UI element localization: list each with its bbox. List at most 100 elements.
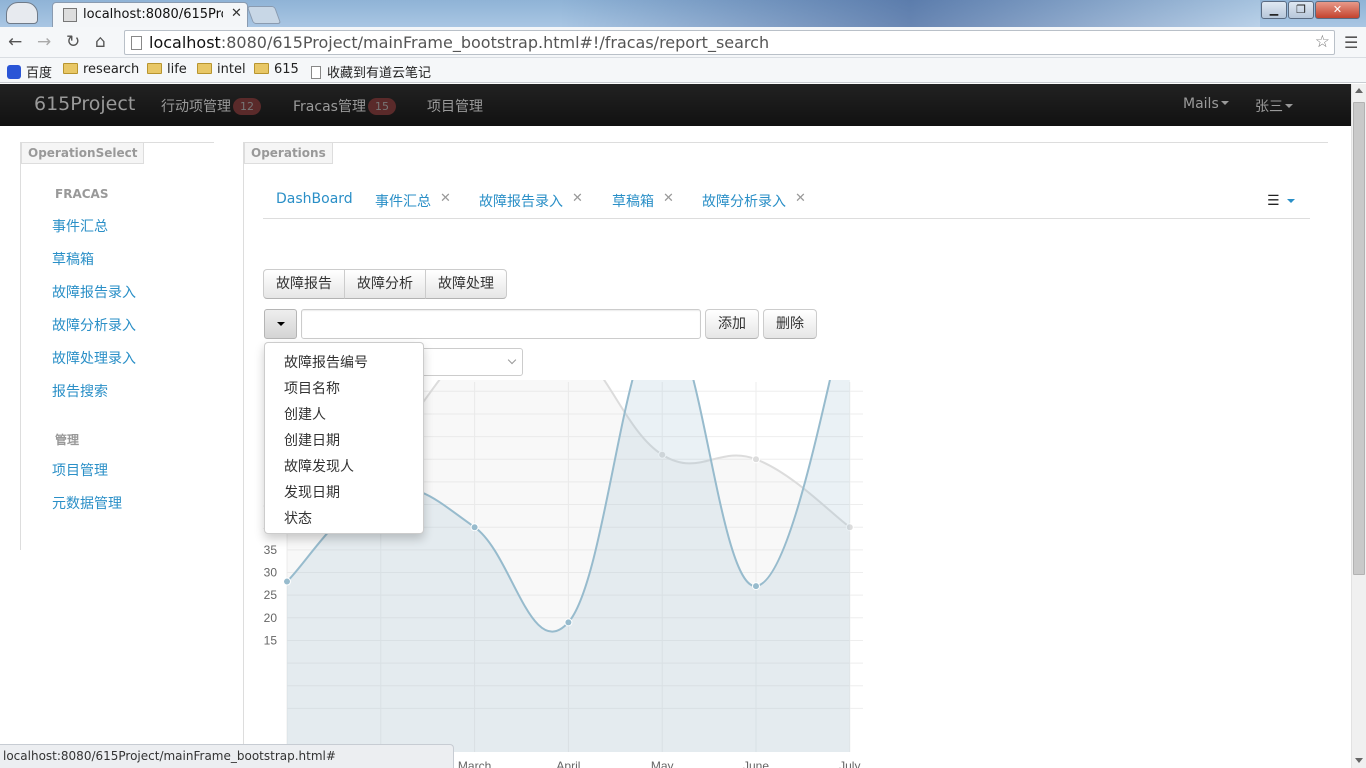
close-tab-icon[interactable]: ✕ <box>572 191 583 206</box>
brand-link[interactable]: 615Project <box>34 93 135 115</box>
scroll-up-icon[interactable] <box>1355 88 1363 93</box>
page-icon <box>131 36 142 50</box>
sidebar-item-events[interactable]: 事件汇总 <box>52 216 108 236</box>
tab-report-entry[interactable]: 故障报告录入 <box>479 191 563 211</box>
new-tab-button[interactable] <box>246 6 282 24</box>
maximize-button[interactable]: ❐ <box>1288 1 1314 19</box>
nav-mails-dropdown[interactable]: Mails <box>1183 96 1229 112</box>
x-tick-label: March <box>458 759 491 768</box>
reload-icon[interactable]: ↻ <box>66 32 80 52</box>
data-point <box>752 455 760 464</box>
close-tab-icon[interactable]: ✕ <box>440 191 451 206</box>
url-text: localhost:8080/615Project/mainFrame_boot… <box>149 33 770 52</box>
fault-handling-button[interactable]: 故障处理 <box>425 269 507 299</box>
forward-icon[interactable]: → <box>37 32 51 52</box>
folder-icon <box>63 63 78 74</box>
close-tab-icon[interactable]: ✕ <box>663 191 674 206</box>
scroll-down-icon[interactable] <box>1355 758 1363 763</box>
browser-tab-title: localhost:8080/615Proje <box>83 7 223 22</box>
window-close-button[interactable]: ✕ <box>1315 1 1360 19</box>
dropdown-item-creator[interactable]: 创建人 <box>284 404 326 424</box>
incognito-icon <box>6 2 38 24</box>
sidebar-item-metadata-admin[interactable]: 元数据管理 <box>52 493 122 513</box>
field-dropdown-toggle[interactable] <box>264 309 297 339</box>
sidebar-legend: OperationSelect <box>21 143 145 164</box>
data-point <box>470 523 479 532</box>
app-navbar: 615Project 行动项管理 12 Fracas管理 15 项目管理 Mails… <box>0 84 1351 126</box>
nav-fracas[interactable]: Fracas管理 15 <box>293 96 396 116</box>
data-point <box>283 577 291 586</box>
close-tab-icon[interactable]: ✕ <box>231 6 242 21</box>
sidebar-item-drafts[interactable]: 草稿箱 <box>52 249 94 269</box>
y-tick-label: 15 <box>264 633 278 647</box>
close-tab-icon[interactable]: ✕ <box>795 191 806 206</box>
bookmark-baidu[interactable]: 百度 <box>7 62 52 81</box>
nav-projects[interactable]: 项目管理 <box>427 96 483 116</box>
field-dropdown-menu: 故障报告编号 项目名称 创建人 创建日期 故障发现人 发现日期 状态 <box>264 342 424 534</box>
operations-legend: Operations <box>244 143 333 164</box>
data-point <box>564 618 573 627</box>
caret-down-icon <box>277 322 285 326</box>
page-scrollbar[interactable] <box>1351 84 1366 768</box>
y-tick-label: 30 <box>264 566 278 580</box>
chevron-down-icon <box>507 355 517 365</box>
tab-analysis-entry[interactable]: 故障分析录入 <box>702 191 786 211</box>
list-menu-icon[interactable]: ☰ <box>1267 193 1280 209</box>
bookmark-intel[interactable]: intel <box>197 62 246 77</box>
caret-down-icon <box>1285 104 1293 108</box>
nav-user-dropdown[interactable]: 张三 <box>1255 96 1293 116</box>
scrollbar-thumb[interactable] <box>1353 102 1365 575</box>
back-icon[interactable]: ← <box>8 32 22 52</box>
address-bar[interactable]: localhost:8080/615Project/mainFrame_boot… <box>124 30 1335 55</box>
nav-action-items[interactable]: 行动项管理 12 <box>161 96 261 116</box>
browser-tab-active[interactable]: localhost:8080/615Proje ✕ <box>52 2 248 27</box>
x-tick-label: June <box>743 759 769 768</box>
bookmark-615[interactable]: 615 <box>254 62 299 77</box>
sidebar-item-analysis-entry[interactable]: 故障分析录入 <box>52 315 136 335</box>
search-input[interactable] <box>301 309 701 339</box>
dropdown-item-discoverer[interactable]: 故障发现人 <box>284 456 354 476</box>
browser-menu-icon[interactable]: ☰ <box>1344 33 1358 52</box>
dropdown-item-project-name[interactable]: 项目名称 <box>284 378 340 398</box>
tabs-divider <box>263 218 1310 219</box>
fault-report-button[interactable]: 故障报告 <box>263 269 345 299</box>
sidebar-heading-fracas: FRACAS <box>55 187 109 201</box>
y-tick-label: 25 <box>264 588 278 602</box>
caret-down-icon <box>1220 101 1229 105</box>
dropdown-item-discovered-date[interactable]: 发现日期 <box>284 482 340 502</box>
sidebar-heading-admin: 管理 <box>55 433 80 447</box>
bookmark-research[interactable]: research <box>63 62 139 77</box>
minimize-button[interactable]: ▁ <box>1261 1 1287 19</box>
page-icon <box>311 66 321 79</box>
bookmarks-bar: 百度 research life intel 615 收藏到有道云笔记 <box>0 58 1366 83</box>
sidebar-panel <box>20 142 214 550</box>
folder-icon <box>147 63 162 74</box>
tab-drafts[interactable]: 草稿箱 <box>612 191 654 211</box>
tab-strip-background <box>560 0 1260 27</box>
dropdown-item-created-date[interactable]: 创建日期 <box>284 430 340 450</box>
sidebar-item-report-entry[interactable]: 故障报告录入 <box>52 282 136 302</box>
status-bar: localhost:8080/615Project/mainFrame_boot… <box>0 744 454 768</box>
bookmark-star-icon[interactable]: ☆ <box>1315 32 1330 52</box>
dropdown-item-report-id[interactable]: 故障报告编号 <box>284 352 368 372</box>
filter-select[interactable] <box>418 348 523 376</box>
browser-toolbar: ← → ↻ ⌂ localhost:8080/615Project/mainFr… <box>0 27 1366 58</box>
folder-icon <box>197 63 212 74</box>
sidebar-item-project-admin[interactable]: 项目管理 <box>52 460 108 480</box>
x-tick-label: July <box>839 759 860 768</box>
sidebar-item-report-search[interactable]: 报告搜索 <box>52 381 108 401</box>
sidebar-item-handling-entry[interactable]: 故障处理录入 <box>52 348 136 368</box>
fault-analysis-button[interactable]: 故障分析 <box>344 269 426 299</box>
bookmark-life[interactable]: life <box>147 62 187 77</box>
x-tick-label: April <box>556 759 580 768</box>
caret-down-icon[interactable] <box>1287 199 1295 203</box>
dropdown-item-status[interactable]: 状态 <box>284 508 312 528</box>
bookmark-youdao[interactable]: 收藏到有道云笔记 <box>311 62 431 81</box>
nav-badge: 12 <box>233 98 261 115</box>
delete-button[interactable]: 删除 <box>763 309 817 339</box>
tab-dashboard[interactable]: DashBoard <box>276 191 353 207</box>
data-point <box>752 582 760 591</box>
tab-events[interactable]: 事件汇总 <box>375 191 431 211</box>
add-button[interactable]: 添加 <box>705 309 759 339</box>
home-icon[interactable]: ⌂ <box>95 32 106 52</box>
